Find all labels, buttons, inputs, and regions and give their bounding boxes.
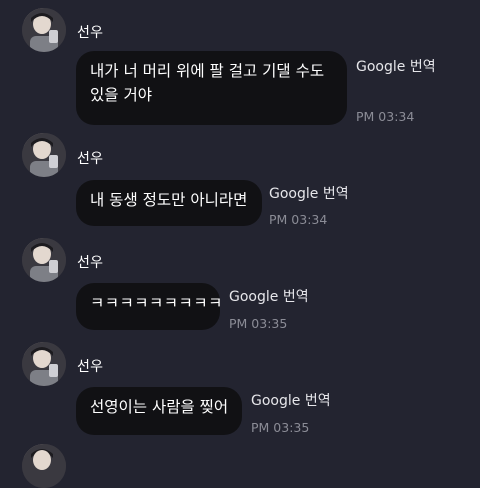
message-time: PM 03:34 — [269, 212, 328, 227]
avatar[interactable] — [22, 133, 66, 177]
sender-name: 선우 — [77, 25, 104, 41]
sender-name: 선우 — [77, 151, 104, 167]
avatar-photo-icon — [22, 8, 66, 52]
sender-name: 선우 — [77, 359, 104, 375]
message-text-line: 있을 거야 — [90, 86, 152, 104]
google-translate-link[interactable]: Google 번역 — [229, 286, 309, 306]
avatar[interactable] — [22, 238, 66, 282]
google-translate-link[interactable]: Google 번역 — [269, 183, 349, 203]
avatar-photo-icon — [22, 342, 66, 386]
avatar[interactable] — [22, 342, 66, 386]
google-translate-link[interactable]: Google 번역 — [251, 390, 331, 410]
message-bubble[interactable]: 선영이는 사람을 찢어 — [76, 387, 242, 435]
message-bubble[interactable]: 내 동생 정도만 아니라면 — [76, 180, 262, 226]
avatar-photo-icon — [22, 133, 66, 177]
avatar[interactable] — [22, 8, 66, 52]
message-text-line: 내 동생 정도만 아니라면 — [90, 191, 248, 209]
message-text-line: 내가 너 머리 위에 팔 걸고 기댈 수도 — [90, 62, 325, 80]
avatar-photo-icon — [22, 238, 66, 282]
message-time: PM 03:34 — [356, 109, 415, 124]
message-bubble[interactable]: 내가 너 머리 위에 팔 걸고 기댈 수도 있을 거야 — [76, 51, 347, 125]
avatar[interactable] — [22, 444, 66, 488]
avatar-photo-icon — [22, 444, 66, 488]
message-text-line: ㅋㅋㅋㅋㅋㅋㅋㅋㅋ — [90, 294, 223, 312]
message-bubble[interactable]: ㅋㅋㅋㅋㅋㅋㅋㅋㅋ — [76, 283, 223, 330]
sender-name: 선우 — [77, 255, 104, 271]
message-time: PM 03:35 — [251, 420, 310, 435]
message-time: PM 03:35 — [229, 316, 288, 331]
google-translate-link[interactable]: Google 번역 — [356, 56, 436, 76]
message-text-line: 선영이는 사람을 찢어 — [90, 398, 229, 416]
